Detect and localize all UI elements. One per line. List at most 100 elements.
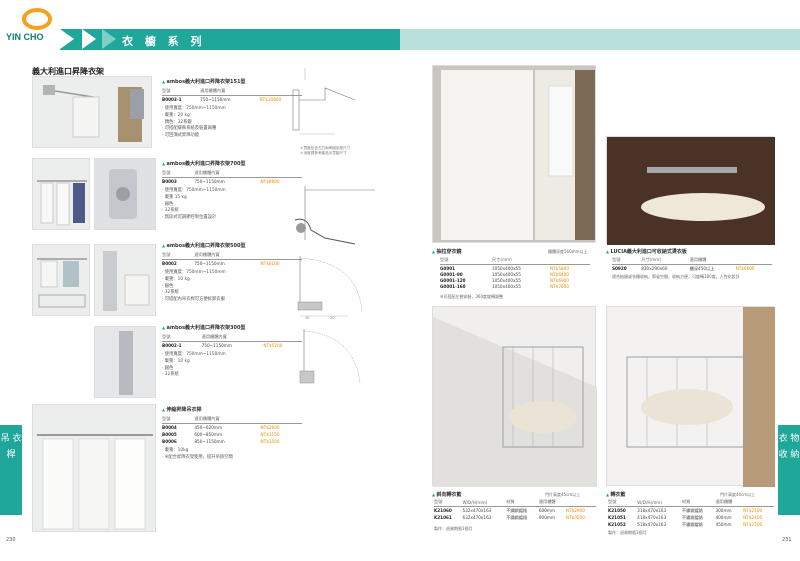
hanging-clothes-illustration [37,434,153,530]
price: NT$3150 [260,432,280,437]
spec-header: 適用櫃體內寬 [194,251,261,260]
model-code: B0003-1 [162,97,182,102]
spec-table: 型號 適用櫃體內寬 B0003-1 750~1150mm NT$10800 [162,87,302,103]
product-footnote: 製作：退貨期限1個月 [434,526,473,531]
feature-item: 載重 15 kg [162,195,302,202]
model-code: K21060 [434,508,452,514]
ironing-board-illustration [607,137,775,245]
spec-table: 型號 適用櫃體內寬 B0004 450~620mm NT$2600 B0005 6… [162,415,302,445]
material: 不鏽鋼鍍鉻 [681,521,703,527]
feature-item: 載重：10 kg [162,359,302,366]
feature-list: 使用寬度：750mm~1150mm 載重 15 kg 銀色 32系統 無段式可調… [162,188,302,222]
product-photo-mirror [432,65,596,243]
cabinet: 300mm [715,508,732,514]
product-name: ambos義大利進口昇降衣架700型 [162,160,302,167]
material: 不鏽鋼鍍鉻 [681,507,703,513]
side-tab-left: 吊 衣 桿 [0,425,22,515]
product-700: ambos義大利進口昇降衣架700型 型號適用櫃體內寬 B0003 750~11… [162,160,302,222]
side-tab-right: 衣 物 收 納 [778,425,800,515]
cabinet: 900mm [538,515,556,521]
spec-row: B0003-1 750~1150mm NT$10800 [162,96,302,104]
spec-row: G0001-90 1050x400x55 NT$6400 [440,271,590,277]
dimension-label: 10 [305,316,310,320]
material: 不鏽鋼鍍鉻 [506,507,528,513]
spec-row: B0002-1 750~1150mm NT$5200 [162,342,302,350]
product-name: 斜向轉衣籃 [432,491,461,498]
model-code: B0002 [162,261,177,266]
price: NT$2900 [565,508,585,514]
spec-table: 型號 適用櫃體內寬 B0002 750~1150mm NT$6100 [162,251,302,267]
product-151: ambos義大利進口昇降衣架151型 型號適用櫃體內寬 B0003-1 750~… [162,78,302,140]
product-rod: 伸縮昇降吊衣桿 型號適用櫃體內寬 B0004 450~620mm NT$2600… [162,406,302,462]
model-code: B0004 [162,425,177,430]
spec-table: 型號 適用櫃體內寬 B0002-1 750~1150mm NT$5200 [162,333,302,349]
width-range: 750~1150mm [194,179,225,184]
spec-header: 適用櫃體內寬 [200,87,260,96]
spec-header: 型號 [608,498,638,507]
lift-rack-illustration [43,85,144,142]
product-photo-diagonal-basket [432,306,597,487]
size: 830x290x60 [641,266,668,272]
product-photo-ironing-board [606,136,775,245]
spec-header [260,415,302,424]
mirror-illustration [441,70,595,240]
page-number-right: 231 [782,537,792,543]
width-range: 750~1150mm [200,97,231,102]
product-name: ambos義大利進口昇降衣架500型 [162,242,302,249]
material: 不鏽鋼鍍鉻 [506,514,528,520]
basket-illustration [626,307,775,487]
mechanism-photo-500 [94,244,156,316]
feature-list: 使用寬度：750mm~1150mm 載重：10 kg 銀色 32系統 [162,352,302,379]
product-name: 抽拉穿衣鏡 [432,248,461,255]
size: 518x470x163 [637,522,667,528]
feature-item: 使用寬度：750mm~1150mm [162,352,302,359]
width-range: 600~850mm [194,432,223,437]
model-code: B0002-1 [162,343,182,348]
cabinet: 櫃深450以上 [689,265,715,271]
size: 418x470x163 [637,515,667,521]
spec-row: B0006 850~1150mm NT$3500 [162,438,302,445]
spec-row: G0001 1050x400x55 NT$5800 [440,265,590,272]
size: 1050x400x55 [491,284,521,290]
product-photo-300 [94,326,156,398]
product-footnote: ※可搭配左側安裝，360度旋轉調整 [440,294,503,299]
price: NT$6600 [735,266,755,272]
spec-table-mirror: 型號 尺寸(mm) G0001 1050x400x55 NT$5800 G0001-… [440,256,590,290]
spec-header: 適用櫃體 [715,498,744,507]
product-300: ambos義大利進口昇降衣架300型 型號適用櫃體內寬 B0002-1 750~… [162,324,302,379]
material: 不鏽鋼鍍鉻 [681,514,703,520]
catalog-header: YIN CHO 衣 櫥 系 列 [0,0,800,50]
spec-row: K21061 632x470x163 不鏽鋼鍍鉻 900mm NT$3500 [434,514,596,521]
spec-row: K21052 518x470x163 不鏽鋼鍍鉻 450mm NT$2700 [608,521,774,528]
product-name: 轉衣籃 [606,491,625,498]
feature-item: 使用寬度：750mm~1150mm [162,188,302,195]
feature-item: 銀色 [162,284,302,291]
price: NT$5800 [549,265,569,271]
product-photo-700 [32,158,90,230]
spec-header: 型號 [162,251,195,260]
cabinet: 400mm [715,515,732,521]
price: NT$2400 [743,515,763,521]
feature-list: 載重：10kg ※配合昇降衣架使用，提升吊掛空間 [162,448,302,462]
model-code: B0005 [162,432,177,437]
spec-row: G0001-160 1050x400x55 NT$7600 [440,284,590,290]
technical-drawing-300 [299,329,361,384]
brand-name: YIN CHO [6,32,44,42]
model-code: K21050 [608,508,626,514]
spec-header [549,256,590,265]
spec-row: K21060 532x470x163 不鏽鋼鍍鉻 600mm NT$2900 [434,507,596,515]
header-band-right [400,29,800,50]
feature-item: 可搭配內吊衣桿可方便拆卸衣服 [162,297,302,304]
price: NT$3500 [565,515,585,521]
product-name: ambos義大利進口昇降衣架151型 [162,78,302,85]
feature-item: 32系統 [162,372,302,379]
spec-row: B0005 600~850mm NT$3150 [162,431,302,438]
width-range: 450~620mm [194,425,223,430]
spec-row: B0003 750~1150mm NT$8800 [162,178,302,186]
spec-header: 適用櫃體 [538,498,566,507]
spec-header [565,498,596,507]
product-note: 櫃體深度560mm以上 [548,249,588,254]
spec-row: B0002 750~1150mm NT$6100 [162,260,302,268]
product-photo-basket [606,306,775,487]
spec-header: W/D/H(mm) [637,498,682,507]
